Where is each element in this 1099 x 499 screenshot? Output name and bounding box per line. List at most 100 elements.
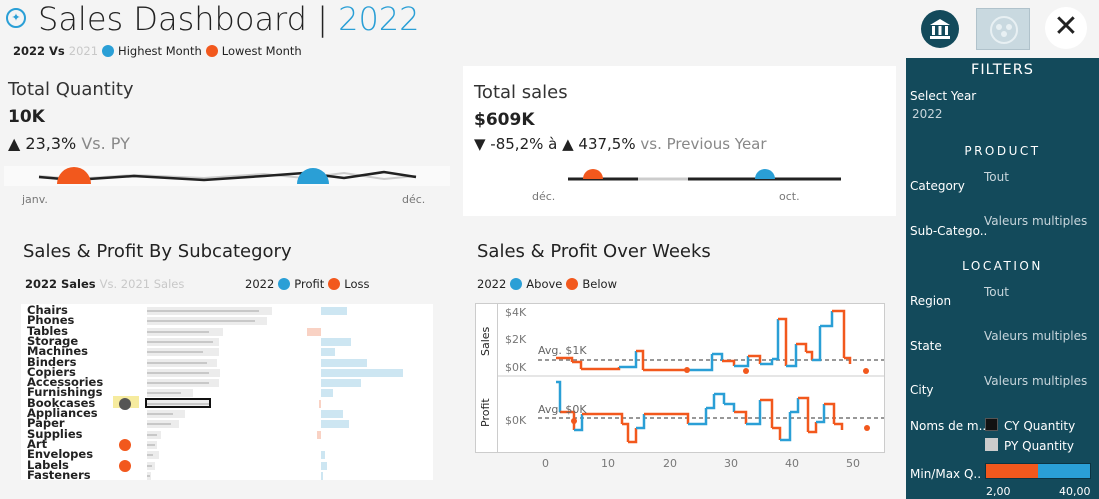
kpi-quantity-axis-start: janv. (22, 193, 48, 206)
subcategory-legend-profit: 2022 Profit Loss (245, 277, 370, 291)
sales-bar (147, 310, 259, 312)
profit-step (714, 392, 726, 404)
sales-bar (147, 474, 150, 477)
sales-tick: $4K (505, 306, 527, 319)
subcategory-row[interactable]: Paper (21, 418, 433, 429)
measure-names-label: Noms de m.. (910, 419, 987, 433)
profit-step (816, 404, 826, 424)
lowest-dot-icon (205, 45, 218, 57)
x-tick: 40 (785, 457, 799, 470)
profit-step (636, 414, 646, 430)
py-quantity-swatch[interactable] (985, 438, 998, 451)
sales-step (686, 354, 714, 372)
subcategory-legend-sales: 2022 Sales Vs. 2021 Sales (25, 277, 184, 291)
subcategory-row[interactable]: Binders (21, 356, 433, 368)
state-dropdown[interactable]: Valeurs multiples (984, 329, 1087, 343)
subcategory-row[interactable]: Envelopes (21, 448, 433, 460)
subcategory-chart: Chairs Phones Tables Storage Machines Binders… (21, 304, 433, 482)
legend-previous-year: 2021 (68, 44, 99, 58)
select-year-dropdown[interactable]: 2022 (912, 107, 943, 121)
sales-step (722, 359, 736, 366)
profit-bar (321, 389, 333, 398)
minmax-range-fill (986, 464, 1038, 478)
x-tick: 30 (724, 457, 738, 470)
profit-bar (321, 379, 361, 388)
subcategory-dropdown[interactable]: Valeurs multiples (984, 214, 1087, 228)
team-image-icon[interactable] (976, 8, 1030, 50)
sales-bar (147, 413, 173, 415)
profit-dot-icon (278, 278, 291, 290)
py-quantity-label: PY Quantity (1004, 439, 1074, 453)
profit-bar (321, 471, 323, 480)
bank-icon[interactable] (921, 10, 959, 48)
subcategory-label: Fasteners (27, 467, 91, 482)
x-tick: 20 (663, 457, 677, 470)
weeks-title: Sales & Profit Over Weeks (477, 241, 711, 262)
kpi-sales-axis-end: oct. (779, 190, 800, 203)
compass-icon[interactable]: ✦ (6, 8, 26, 28)
profit-step (790, 398, 800, 414)
sales-point (684, 367, 690, 373)
city-dropdown[interactable]: Valeurs multiples (984, 374, 1087, 388)
sales-bar (147, 320, 255, 323)
kpi-quantity-change-value: ▲ 23,3% (8, 134, 77, 153)
subcategory-row[interactable]: Machines (21, 345, 433, 357)
loss-dot-icon (328, 278, 341, 290)
subcategory-row[interactable]: Tables (21, 325, 433, 337)
sales-tick: $0K (505, 361, 527, 374)
state-label: State (910, 339, 942, 353)
subcategory-row[interactable]: Appliances (21, 407, 433, 419)
profit-step (824, 402, 836, 424)
profit-bar (321, 410, 343, 418)
sales-bar (147, 454, 153, 457)
x-tick: 50 (846, 457, 860, 470)
close-icon[interactable]: ✕ (1045, 7, 1087, 49)
selected-dot-icon (119, 397, 131, 410)
legend-profit: Profit (294, 277, 325, 291)
sales-step (844, 356, 852, 364)
weeks-x-axis: 0 10 20 30 40 50 (475, 457, 885, 473)
loss-dot-icon (119, 459, 131, 472)
sales-point (743, 368, 749, 374)
sales-step (581, 367, 621, 371)
sales-step (786, 344, 798, 368)
sales-step (806, 350, 814, 360)
profit-axis-label: Profit (479, 398, 492, 427)
below-dot-icon (566, 278, 579, 290)
category-dropdown[interactable]: Tout (984, 170, 1009, 184)
sales-bar (147, 464, 152, 467)
region-dropdown[interactable]: Tout (984, 285, 1009, 299)
subcategory-row[interactable]: Chairs (21, 304, 433, 316)
sales-step (772, 319, 780, 361)
subcategory-row[interactable]: Supplies (21, 428, 433, 440)
kpi-quantity-axis-end: déc. (402, 193, 426, 206)
weeks-legend: 2022 Above Below (477, 277, 617, 291)
sales-step (619, 351, 638, 369)
profit-step (582, 412, 624, 424)
product-section-header: PRODUCT (964, 144, 1041, 158)
subcategory-row[interactable]: Fasteners (21, 467, 433, 482)
kpi-sales-change: ▼ -85,2% à ▲ 437,5% vs. Previous Year (474, 135, 767, 153)
sales-bar (147, 423, 171, 426)
sales-bar (147, 382, 209, 385)
sales-bar (147, 392, 181, 395)
location-section-header: LOCATION (962, 259, 1043, 273)
profit-step (798, 396, 810, 432)
subcategory-row[interactable]: Phones (21, 315, 433, 326)
sales-bar (147, 443, 155, 446)
profit-step (772, 426, 782, 440)
weeks-legend-year: 2022 (477, 277, 507, 291)
cy-quantity-swatch[interactable] (985, 418, 998, 431)
avg-profit-label: Avg. $0K (538, 403, 587, 416)
kpi-sales-title: Total sales (474, 82, 568, 103)
sales-bar (147, 330, 209, 333)
sales-step (572, 360, 583, 369)
city-label: City (910, 383, 934, 397)
selected-bar-outline (145, 397, 211, 408)
minmax-label: Min/Max Q.. (910, 467, 982, 481)
profit-step (688, 408, 708, 426)
above-dot-icon (510, 278, 523, 290)
minmax-range-slider[interactable] (985, 463, 1091, 479)
kpi-quantity-value: 10K (8, 107, 45, 127)
sales-bar (147, 340, 213, 343)
